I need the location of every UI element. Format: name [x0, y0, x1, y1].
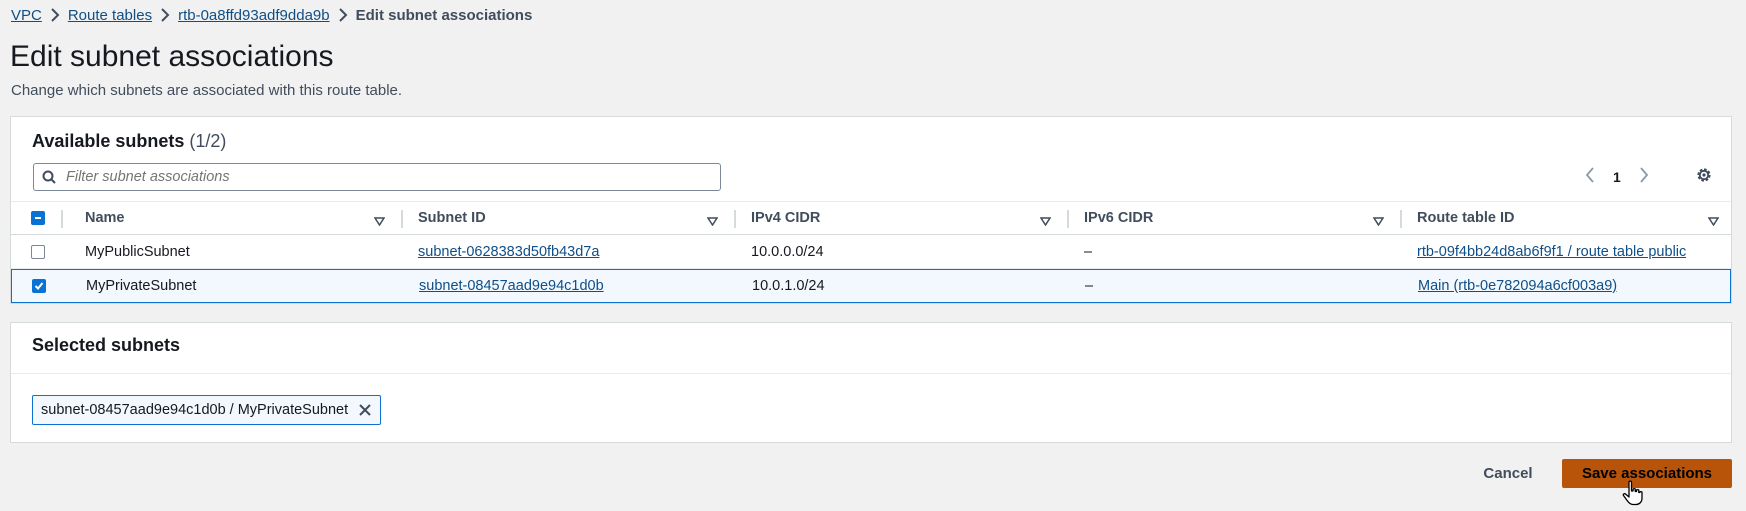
select-all-checkbox[interactable] [31, 211, 45, 225]
select-all-cell [31, 202, 47, 234]
row-checkbox[interactable] [31, 244, 45, 259]
sort-icon[interactable] [1707, 214, 1720, 230]
subnets-table: Name Subnet ID IPv4 CIDR IPv6 CIDR Route… [11, 201, 1731, 303]
token-label: subnet-08457aad9e94c1d0b / MyPrivateSubn… [41, 402, 349, 418]
previous-page-icon[interactable] [1585, 166, 1595, 188]
cancel-button[interactable]: Cancel [1468, 459, 1548, 487]
column-divider[interactable] [1400, 210, 1402, 228]
column-divider [61, 210, 63, 228]
available-subnets-title: Available subnets [32, 131, 185, 151]
selected-subnets-title: Selected subnets [32, 335, 181, 355]
ipv4-cidr: 10.0.0.0/24 [751, 243, 824, 260]
subnet-id-link[interactable]: subnet-08457aad9e94c1d0b [419, 278, 604, 294]
ipv4-cidr: 10.0.1.0/24 [752, 278, 825, 294]
breadcrumb: VPC Route tables rtb-0a8ffd93adf9dda9b E… [11, 5, 532, 25]
close-icon[interactable] [358, 403, 372, 417]
route-table-link[interactable]: Main (rtb-0e782094a6cf003a9) [1418, 278, 1617, 294]
row-checkbox[interactable] [32, 279, 46, 293]
table-row[interactable]: MyPrivateSubnet subnet-08457aad9e94c1d0b… [11, 269, 1731, 303]
column-divider[interactable] [734, 210, 736, 228]
column-header-ipv6-cidr[interactable]: IPv6 CIDR [1084, 202, 1384, 234]
save-associations-button[interactable]: Save associations [1562, 459, 1732, 488]
breadcrumb-route-table-link[interactable]: rtb-0a8ffd93adf9dda9b [178, 7, 330, 24]
search-icon [34, 170, 64, 184]
gear-icon[interactable] [1695, 166, 1713, 189]
breadcrumb-route-tables-link[interactable]: Route tables [68, 7, 152, 24]
chevron-right-icon [152, 8, 178, 22]
column-header-subnet-id[interactable]: Subnet ID [418, 202, 718, 234]
column-header-ipv4-cidr[interactable]: IPv4 CIDR [751, 202, 1051, 234]
available-subnets-panel: Available subnets (1/2) 1 [10, 116, 1732, 304]
ipv6-cidr: – [1085, 278, 1094, 294]
subnet-name: MyPublicSubnet [85, 243, 190, 260]
subnet-id-cell: subnet-0628383d50fb43d7a [418, 235, 718, 268]
filter-box [33, 163, 721, 191]
breadcrumb-vpc-link[interactable]: VPC [11, 7, 42, 24]
subnet-name: MyPrivateSubnet [86, 278, 197, 294]
route-table-link[interactable]: rtb-09f4bb24d8ab6f9f1 / route table publ… [1417, 244, 1686, 260]
chevron-right-icon [42, 8, 68, 22]
page-title: Edit subnet associations [10, 40, 334, 73]
table-header-row: Name Subnet ID IPv4 CIDR IPv6 CIDR Route… [11, 201, 1731, 235]
sort-icon[interactable] [706, 214, 719, 230]
divider [11, 373, 1731, 374]
page-number[interactable]: 1 [1613, 169, 1621, 185]
ipv6-cidr: – [1084, 243, 1093, 260]
route-table-cell: Main (rtb-0e782094a6cf003a9) [1418, 270, 1708, 302]
chevron-right-icon [330, 8, 356, 22]
selected-subnets-panel: Selected subnets subnet-08457aad9e94c1d0… [10, 322, 1732, 443]
column-divider[interactable] [401, 210, 403, 228]
selected-subnet-token: subnet-08457aad9e94c1d0b / MyPrivateSubn… [32, 395, 382, 425]
selection-count: (1/2) [189, 131, 227, 151]
row-select-cell [32, 270, 48, 302]
hand-cursor-icon [1622, 480, 1644, 511]
subnet-id-link[interactable]: subnet-0628383d50fb43d7a [418, 244, 599, 260]
subnet-id-cell: subnet-08457aad9e94c1d0b [419, 270, 719, 302]
available-subnets-heading: Available subnets (1/2) [32, 131, 226, 152]
sort-icon[interactable] [1372, 214, 1385, 230]
next-page-icon[interactable] [1639, 166, 1649, 188]
pagination: 1 [1585, 163, 1649, 191]
page-description: Change which subnets are associated with… [11, 82, 403, 99]
column-divider[interactable] [1067, 210, 1069, 228]
sort-icon[interactable] [1039, 214, 1052, 230]
route-table-cell: rtb-09f4bb24d8ab6f9f1 / route table publ… [1417, 235, 1707, 268]
filter-input[interactable] [64, 168, 720, 186]
column-header-name[interactable]: Name [85, 202, 385, 234]
breadcrumb-current: Edit subnet associations [355, 6, 533, 24]
table-row[interactable]: MyPublicSubnet subnet-0628383d50fb43d7a … [11, 235, 1731, 269]
column-header-route-table-id[interactable]: Route table ID [1417, 202, 1707, 234]
row-select-cell [31, 235, 47, 268]
sort-icon[interactable] [373, 214, 386, 230]
